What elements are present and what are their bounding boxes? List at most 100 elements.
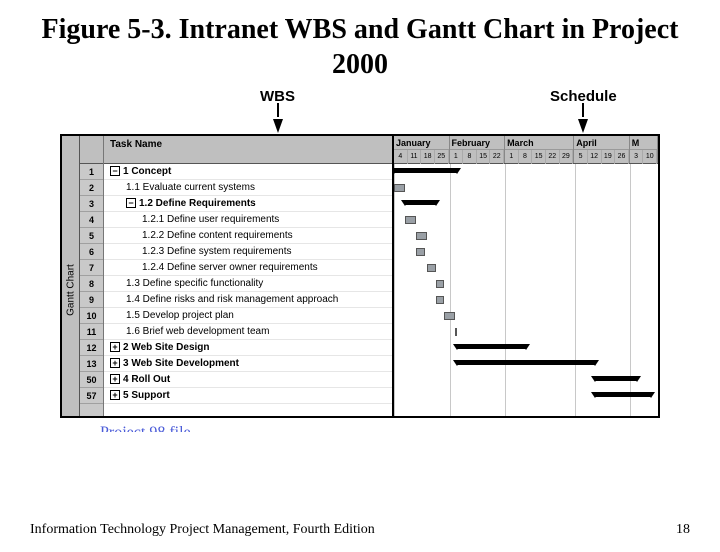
task-name-column: Task Name −1 Concept1.1 Evaluate current… — [104, 136, 394, 416]
task-bar[interactable] — [416, 232, 427, 240]
slide-number: 18 — [676, 522, 690, 538]
summary-bar[interactable] — [457, 344, 526, 349]
task-row[interactable]: 1.2.4 Define server owner requirements — [104, 260, 392, 276]
task-row[interactable]: +5 Support — [104, 388, 392, 404]
expand-icon[interactable]: + — [110, 342, 120, 352]
task-row[interactable]: 1.2.3 Define system requirements — [104, 244, 392, 260]
collapse-icon[interactable]: − — [110, 166, 120, 176]
callout-wbs: WBS — [260, 88, 295, 133]
callouts: WBS Schedule — [60, 88, 660, 134]
task-row[interactable]: +4 Roll Out — [104, 372, 392, 388]
task-label: 5 Support — [123, 390, 170, 401]
row-number: 9 — [80, 292, 103, 308]
slide-title: Figure 5-3. Intranet WBS and Gantt Chart… — [40, 12, 680, 82]
callout-schedule: Schedule — [550, 88, 617, 133]
task-row[interactable]: +3 Web Site Development — [104, 356, 392, 372]
project-screenshot: Gantt Chart 123456789101112135057 Task N… — [60, 134, 660, 418]
footer-text: Information Technology Project Managemen… — [30, 522, 375, 538]
week-tick: 19 — [602, 150, 616, 164]
task-label: 4 Roll Out — [123, 374, 170, 385]
task-row[interactable]: 1.4 Define risks and risk management app… — [104, 292, 392, 308]
view-bar[interactable]: Gantt Chart — [62, 136, 80, 416]
task-label: 1.2.1 Define user requirements — [142, 214, 279, 225]
task-label: 1.6 Brief web development team — [126, 326, 269, 337]
row-number: 3 — [80, 196, 103, 212]
task-row[interactable]: 1.2.2 Define content requirements — [104, 228, 392, 244]
task-row[interactable]: 1.2.1 Define user requirements — [104, 212, 392, 228]
summary-bar[interactable] — [457, 360, 596, 365]
month-label: March — [505, 136, 573, 150]
month-label: January — [394, 136, 449, 150]
row-number: 8 — [80, 276, 103, 292]
task-row[interactable]: −1.2 Define Requirements — [104, 196, 392, 212]
week-tick: 5 — [574, 150, 588, 164]
week-tick: 3 — [630, 150, 644, 164]
week-tick: 18 — [421, 150, 435, 164]
task-label: 1.2.4 Define server owner requirements — [142, 262, 318, 273]
month-label: M — [630, 136, 657, 150]
task-label: 1.1 Evaluate current systems — [126, 182, 255, 193]
week-tick: 11 — [408, 150, 422, 164]
month-label: April — [574, 136, 629, 150]
task-row[interactable]: +2 Web Site Design — [104, 340, 392, 356]
project-file-link[interactable]: Project 98 file — [100, 424, 191, 442]
task-label: 1.5 Develop project plan — [126, 310, 234, 321]
task-label: 2 Web Site Design — [123, 342, 210, 353]
month-column: February181522 — [450, 136, 506, 163]
task-bar[interactable] — [436, 280, 444, 288]
row-number: 4 — [80, 212, 103, 228]
summary-bar[interactable] — [394, 168, 457, 173]
row-number: 6 — [80, 244, 103, 260]
summary-bar[interactable] — [405, 200, 436, 205]
expand-icon[interactable]: + — [110, 358, 120, 368]
row-number: 57 — [80, 388, 103, 404]
summary-bar[interactable] — [595, 392, 651, 397]
week-tick: 4 — [394, 150, 408, 164]
task-row[interactable]: 1.1 Evaluate current systems — [104, 180, 392, 196]
callout-wbs-label: WBS — [260, 88, 295, 105]
month-column: March18152229 — [505, 136, 574, 163]
week-tick: 29 — [560, 150, 574, 164]
row-number: 10 — [80, 308, 103, 324]
month-column: M310 — [630, 136, 658, 163]
task-label: 1.2.2 Define content requirements — [142, 230, 293, 241]
week-tick: 8 — [519, 150, 533, 164]
row-number: 11 — [80, 324, 103, 340]
task-row[interactable]: 1.5 Develop project plan — [104, 308, 392, 324]
week-tick: 1 — [505, 150, 519, 164]
task-row[interactable]: 1.3 Define specific functionality — [104, 276, 392, 292]
task-row[interactable]: −1 Concept — [104, 164, 392, 180]
week-tick: 12 — [588, 150, 602, 164]
arrow-down-icon — [578, 119, 588, 133]
task-bar[interactable] — [394, 184, 405, 192]
row-number: 1 — [80, 164, 103, 180]
row-number: 7 — [80, 260, 103, 276]
task-label: 1.4 Define risks and risk management app… — [126, 294, 338, 305]
summary-bar[interactable] — [595, 376, 637, 381]
row-number-column: 123456789101112135057 — [80, 136, 104, 416]
task-label: 1.2 Define Requirements — [139, 198, 256, 209]
expand-icon[interactable]: + — [110, 374, 120, 384]
task-label: 1.3 Define specific functionality — [126, 278, 263, 289]
week-tick: 8 — [463, 150, 477, 164]
collapse-icon[interactable]: − — [126, 198, 136, 208]
task-bar[interactable] — [405, 216, 416, 224]
task-bar[interactable] — [455, 328, 457, 336]
task-bar[interactable] — [436, 296, 444, 304]
task-row[interactable]: 1.6 Brief web development team — [104, 324, 392, 340]
task-label: 1 Concept — [123, 166, 171, 177]
week-tick: 22 — [490, 150, 504, 164]
month-column: April5121926 — [574, 136, 630, 163]
week-tick: 10 — [643, 150, 657, 164]
task-name-header: Task Name — [104, 136, 392, 164]
task-bar[interactable] — [416, 248, 424, 256]
task-label: 3 Web Site Development — [123, 358, 239, 369]
row-number: 12 — [80, 340, 103, 356]
week-tick: 15 — [532, 150, 546, 164]
week-tick: 25 — [435, 150, 449, 164]
row-number: 50 — [80, 372, 103, 388]
task-bar[interactable] — [427, 264, 435, 272]
gantt-body — [394, 164, 658, 416]
task-bar[interactable] — [444, 312, 455, 320]
expand-icon[interactable]: + — [110, 390, 120, 400]
